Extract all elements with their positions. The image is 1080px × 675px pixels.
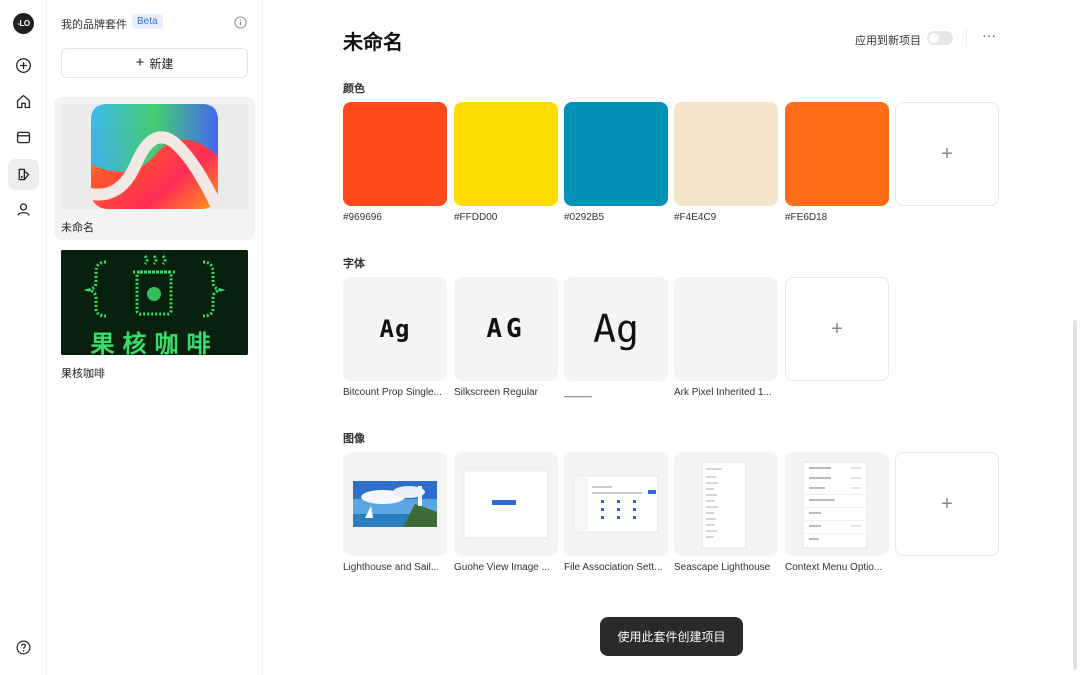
font-tile[interactable]: Ag (564, 277, 668, 381)
image-name: Seascape Lighthouse (674, 562, 771, 573)
account-button[interactable] (8, 194, 39, 225)
kits-panel-title: 我的品牌套件 (61, 19, 127, 31)
apply-to-new-label: 应用到新项目 (855, 35, 921, 47)
font-name: Ark Pixel Inherited 1... (674, 387, 772, 398)
color-swatch[interactable] (564, 102, 668, 206)
image-tile-context-menu[interactable] (785, 452, 889, 556)
font-name: _____ (564, 387, 592, 398)
font-sample: AG (486, 314, 526, 344)
font-tile[interactable]: AG (454, 277, 558, 381)
new-kit-button[interactable]: + 新建 (61, 48, 248, 78)
kit-card-guohe-coffee[interactable]: 果核咖啡 果核咖啡 (54, 243, 255, 383)
color-hex-label: #F4E4C9 (674, 212, 717, 223)
add-circle-icon (16, 58, 31, 73)
brand-kit-icon (18, 168, 30, 181)
apply-to-new-toggle[interactable] (927, 31, 953, 45)
image-tile-lighthouse-sailboat[interactable] (343, 452, 447, 556)
page-title[interactable]: 未命名 (343, 26, 403, 55)
context-menu-thumb (802, 461, 868, 549)
font-sample (674, 277, 778, 381)
image-name: Guohe View Image ... (454, 562, 550, 573)
kit-name: 果核咖啡 (61, 368, 105, 380)
user-icon (17, 203, 30, 216)
kit-thumbnail: 果核咖啡 (61, 250, 248, 355)
image-tile-seascape-lighthouse[interactable] (674, 452, 778, 556)
create-project-with-kit-button[interactable]: 使用此套件创建项目 (600, 617, 743, 656)
kit-card-unnamed[interactable]: 未命名 (54, 97, 255, 240)
font-name: Silkscreen Regular (454, 387, 538, 398)
color-swatch[interactable] (454, 102, 558, 206)
colors-section-title: 颜色 (343, 83, 365, 95)
color-hex-label: #FFDD00 (454, 212, 498, 223)
image-name: File Association Sett... (564, 562, 663, 573)
add-color-button[interactable]: + (895, 102, 999, 206)
settings-window-thumb (573, 475, 659, 533)
new-kit-label: 新建 (149, 56, 174, 71)
brand-kit-button[interactable] (8, 159, 39, 190)
help-button[interactable] (8, 632, 39, 663)
header-divider (966, 29, 967, 47)
beta-badge: Beta (132, 14, 163, 29)
scrollbar[interactable] (1073, 320, 1077, 670)
projects-button[interactable] (8, 122, 39, 153)
image-tile-guohe-view[interactable] (454, 452, 558, 556)
help-icon (16, 640, 31, 655)
more-options-button[interactable]: ··· (980, 28, 998, 46)
add-font-button[interactable]: + (785, 277, 889, 381)
icon-rail: -LO (0, 0, 47, 675)
font-tile[interactable]: Ag (343, 277, 447, 381)
lighthouse-painting-thumb (353, 481, 437, 527)
add-button[interactable] (8, 50, 39, 81)
kit-name: 未命名 (61, 222, 94, 234)
color-swatch[interactable] (674, 102, 778, 206)
image-name: Context Menu Optio... (785, 562, 883, 573)
image-tile-file-association[interactable] (564, 452, 668, 556)
app-window-thumb (463, 467, 549, 539)
info-icon[interactable] (234, 16, 247, 29)
color-swatch[interactable] (785, 102, 889, 206)
kit-thumb-wordmark: 果核咖啡 (90, 331, 219, 355)
brand-kits-panel: 我的品牌套件 Beta + 新建 未命名 果核咖啡 果核咖啡 (47, 0, 263, 675)
color-hex-label: #FE6D18 (785, 212, 828, 223)
color-swatch[interactable] (343, 102, 447, 206)
home-icon (16, 94, 31, 109)
font-name: Bitcount Prop Single... (343, 387, 442, 398)
font-sample: Ag (593, 307, 639, 351)
font-sample: Ag (379, 315, 411, 343)
add-image-button[interactable]: + (895, 452, 999, 556)
kit-detail: 未命名 应用到新项目 ··· 颜色 #969696 #FFDD00 #0292B5 #… (263, 0, 1080, 675)
color-hex-label: #969696 (343, 212, 382, 223)
folder-icon (16, 131, 31, 144)
font-tile[interactable] (674, 277, 778, 381)
image-name: Lighthouse and Sail... (343, 562, 440, 573)
document-panel-thumb (701, 461, 747, 549)
kit-thumbnail (61, 104, 248, 209)
app-logo[interactable]: -LO (13, 13, 34, 34)
images-section-title: 图像 (343, 433, 365, 445)
gradient-art-image (61, 104, 248, 209)
fonts-section-title: 字体 (343, 258, 365, 270)
plus-icon: + (135, 54, 145, 71)
home-button[interactable] (8, 86, 39, 117)
color-hex-label: #0292B5 (564, 212, 605, 223)
